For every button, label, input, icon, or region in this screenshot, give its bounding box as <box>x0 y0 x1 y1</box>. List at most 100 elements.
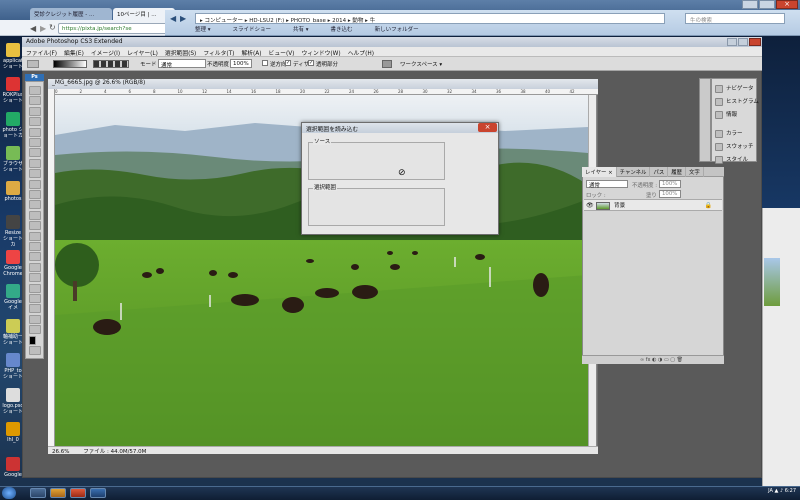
explorer-address-bar[interactable]: ▸ コンピューター ▸ HD-LSU2 (F:) ▸ PHOTO_base ▸ … <box>195 13 665 24</box>
tool-button-icon[interactable] <box>29 252 41 262</box>
desktop-icon[interactable]: logo.psd ショート <box>2 387 24 422</box>
layers-tab[interactable]: パス <box>650 167 669 177</box>
tool-button-icon[interactable] <box>29 127 41 137</box>
explorer-toolbar-item[interactable]: 共有 ▾ <box>293 27 309 33</box>
back-icon[interactable]: ◀ <box>30 24 36 33</box>
tool-button-icon[interactable] <box>29 335 36 345</box>
gradient-type-buttons[interactable] <box>93 60 129 68</box>
desktop-icon-image <box>6 353 20 367</box>
browser-tab-inactive[interactable]: 受診クレジット履歴 - ... <box>30 8 112 20</box>
tool-button-icon[interactable] <box>29 231 41 241</box>
desktop-icon[interactable]: 軸補助ー ショート <box>2 318 24 353</box>
layers-tab[interactable]: 履歴 <box>668 167 687 177</box>
layers-tab[interactable]: レイヤー × <box>582 167 617 177</box>
start-button[interactable] <box>2 487 16 499</box>
panel-item[interactable]: スタイル <box>712 154 758 166</box>
desktop-icon[interactable]: Google イメ <box>2 284 24 318</box>
blend-mode-select[interactable]: 通常 <box>586 180 628 189</box>
tool-button-icon[interactable] <box>29 148 41 158</box>
desktop-icon[interactable]: lhl_0 <box>2 422 24 456</box>
tool-button-icon[interactable] <box>29 346 41 355</box>
taskbar-chrome-button[interactable] <box>70 488 86 498</box>
desktop-icon-label: Google Chrome <box>3 264 23 277</box>
ps-close-button[interactable] <box>749 38 761 46</box>
tool-button-icon[interactable] <box>29 283 41 293</box>
explorer-toolbar-item[interactable]: 新しいフォルダー <box>375 27 419 33</box>
tool-button-icon[interactable] <box>29 242 41 251</box>
gradient-tool-icon[interactable] <box>27 60 39 68</box>
tool-button-icon[interactable] <box>29 96 41 106</box>
visibility-eye-icon[interactable]: 👁 <box>586 200 594 212</box>
tool-button-icon[interactable] <box>29 210 41 220</box>
tool-button-icon[interactable] <box>29 325 41 335</box>
tool-button-icon[interactable] <box>29 138 41 147</box>
forward-icon[interactable]: ▶ <box>40 24 46 33</box>
tool-button-icon[interactable] <box>29 158 41 168</box>
panel-icon <box>715 111 723 119</box>
tool-button-icon[interactable] <box>29 200 41 210</box>
workspace-menu[interactable]: ワークスペース ▾ <box>400 60 442 68</box>
explorer-toolbar-item[interactable]: 整理 ▾ <box>195 27 211 33</box>
photoshop-title: Adobe Photoshop CS3 Extended <box>22 37 762 47</box>
layer-row-background[interactable]: 👁 背景 🔒 <box>584 199 722 211</box>
fill-input[interactable]: 100% <box>659 190 681 198</box>
transparency-checkbox[interactable]: ✓ <box>308 60 314 66</box>
tool-button-icon[interactable] <box>29 106 41 116</box>
explorer-search-input[interactable]: 牛の検索 <box>685 13 785 24</box>
opacity-input[interactable]: 100% <box>230 59 252 68</box>
gradient-preview[interactable] <box>53 60 87 68</box>
explorer-toolbar-item[interactable]: スライドショー <box>233 27 272 33</box>
panel-item[interactable]: スウォッチ <box>712 141 758 153</box>
layer-name: 背景 <box>614 203 626 209</box>
tool-button-icon[interactable] <box>29 86 41 95</box>
zoom-level[interactable]: 26.6% <box>52 449 69 455</box>
ps-minimize-button[interactable] <box>727 38 737 46</box>
panel-item[interactable]: ヒストグラム <box>712 96 759 108</box>
tool-button-icon[interactable] <box>29 304 41 314</box>
ps-maximize-button[interactable] <box>738 38 748 46</box>
layers-tab[interactable]: チャンネル <box>617 167 651 177</box>
dither-checkbox[interactable]: ✓ <box>285 60 291 66</box>
panel-item-label: カラー <box>726 131 743 137</box>
reload-icon[interactable]: ↻ <box>49 23 56 32</box>
minimize-button[interactable] <box>742 0 758 9</box>
desktop-icon[interactable]: Resize ショートカ <box>2 215 24 249</box>
lock-label: ロック : <box>586 193 606 199</box>
desktop-icon[interactable]: PHP_to ショート <box>2 353 24 387</box>
reverse-checkbox[interactable] <box>262 60 268 66</box>
desktop-icon[interactable]: photo ショートカ <box>2 111 24 146</box>
taskbar-folder-button[interactable] <box>50 488 66 498</box>
maximize-button[interactable] <box>759 0 775 9</box>
tool-button-icon[interactable] <box>29 190 41 199</box>
close-button[interactable]: × <box>776 0 798 9</box>
layer-opacity-input[interactable]: 100% <box>659 180 681 188</box>
tool-button-icon[interactable] <box>29 179 41 189</box>
taskbar-photoshop-button[interactable] <box>90 488 106 498</box>
dialog-close-button[interactable]: × <box>478 123 497 132</box>
taskbar-explorer-button[interactable] <box>30 488 46 498</box>
layers-tab[interactable]: 文字 <box>686 167 704 177</box>
tool-button-icon[interactable] <box>29 262 41 272</box>
tool-button-icon[interactable] <box>29 221 41 231</box>
desktop-icon[interactable]: ブラウザ ショート <box>2 146 24 180</box>
panel-item[interactable]: 情報 <box>712 109 758 121</box>
desktop-icon-label: 軸補助ー ショート <box>2 333 23 346</box>
tool-button-icon[interactable] <box>29 314 41 324</box>
tool-button-icon[interactable] <box>29 117 41 127</box>
tool-button-icon[interactable] <box>29 169 41 179</box>
desktop-icon[interactable]: applicat ショート <box>2 42 24 77</box>
desktop-icon[interactable]: Google Chrome <box>2 249 24 284</box>
panel-item[interactable]: カラー <box>712 128 758 140</box>
tool-button-icon[interactable] <box>29 273 41 283</box>
layer-footer-icons[interactable]: ∞ fx ◐ ◑ ▭ ▢ 🗑 <box>640 357 683 363</box>
explorer-back-icon[interactable]: ◀ <box>170 14 176 23</box>
tool-button-icon[interactable] <box>29 294 41 303</box>
explorer-forward-icon[interactable]: ▶ <box>180 14 186 23</box>
mode-select[interactable]: 通常 <box>158 59 206 69</box>
ruler-tick-label: 26 <box>373 89 379 94</box>
explorer-toolbar-item[interactable]: 書き込む <box>331 27 353 33</box>
desktop-icon[interactable]: photos <box>2 180 24 215</box>
bridge-icon[interactable] <box>382 60 392 68</box>
panel-item[interactable]: ナビゲータ <box>712 83 758 95</box>
desktop-icon[interactable]: ROKPlus ショート <box>2 77 24 111</box>
